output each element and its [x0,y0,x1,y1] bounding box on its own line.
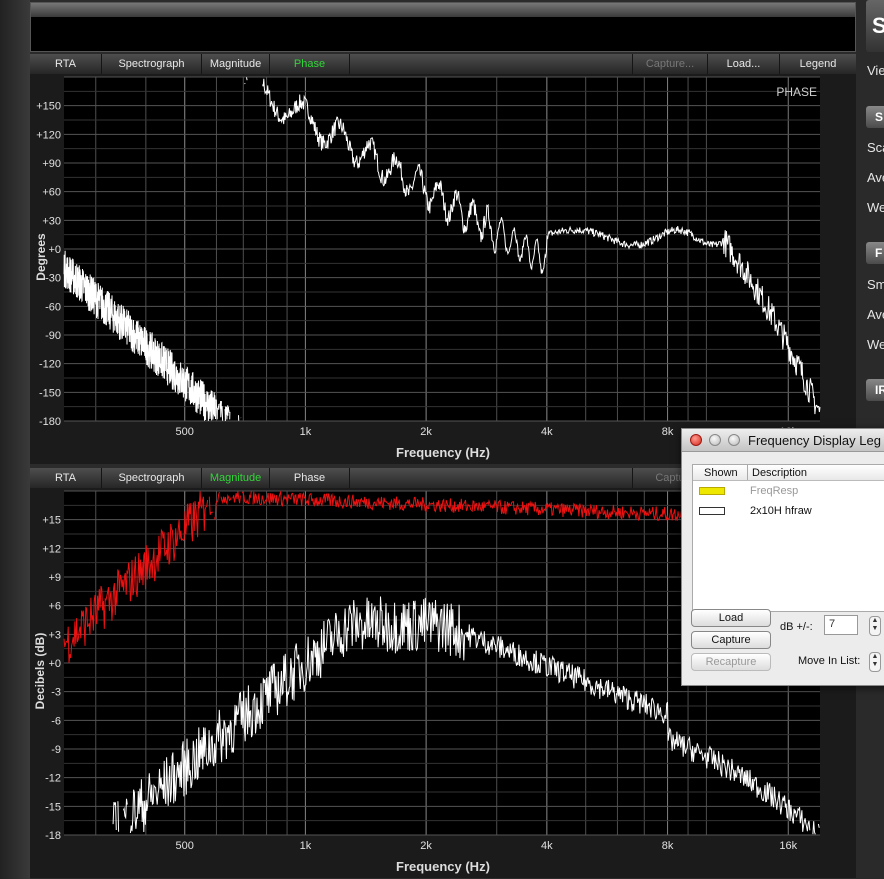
side-button-f[interactable]: F [866,242,884,264]
y-tick-label: +150 [36,101,61,113]
frequency-display-legend-window: Frequency Display Leg Shown Description … [681,428,884,686]
move-in-list-label: Move In List: [798,655,861,667]
legend-table-header: Shown Description [693,465,884,481]
side-label-average-2: Ave [867,307,884,322]
y-tick-label: +15 [42,515,61,527]
y-tick-label: -120 [39,359,61,371]
y-tick-label: +0 [48,658,61,670]
y-tick-label: +9 [48,572,61,584]
y-tick-label: +120 [36,129,61,141]
y-tick-label: -3 [51,687,61,699]
x-tick-label: 4k [541,426,553,438]
phase-graph-pane: RTA Spectrograph Magnitude Phase Capture… [30,54,856,464]
tab-spectrograph[interactable]: Spectrograph [102,468,202,488]
tab-magnitude[interactable]: Magnitude [202,468,270,488]
side-button-s[interactable]: S [866,106,884,128]
y-tick-label: -15 [45,801,61,813]
phase-tab-bar: RTA Spectrograph Magnitude Phase Capture… [30,54,856,75]
graph-mode-label: PHASE [776,85,817,99]
x-tick-label: 1k [300,426,312,438]
db-range-stepper[interactable]: ▲ ▼ [869,616,881,636]
db-range-field[interactable]: 7 [824,615,858,635]
y-tick-label: -180 [39,416,61,428]
close-window-icon[interactable] [690,434,702,446]
tab-rta[interactable]: RTA [30,54,102,74]
x-tick-label: 16k [779,840,797,852]
side-label-weighting: We [867,200,884,215]
x-tick-label: 2k [420,840,432,852]
tab-magnitude[interactable]: Magnitude [202,54,270,74]
side-label-view: Vie [867,63,884,78]
side-label-smoothing: Sm [867,277,884,292]
magnitude-y-axis-title: Decibels (dB) [33,632,47,710]
side-label-scale: Sca [867,140,884,155]
tab-phase[interactable]: Phase [270,468,350,488]
side-button-ir[interactable]: IR [866,379,884,401]
y-tick-label: -9 [51,744,61,756]
y-tick-label: -6 [51,715,61,727]
y-tick-label: -60 [45,301,61,313]
y-tick-label: +90 [42,158,61,170]
x-tick-label: 8k [662,840,674,852]
column-description[interactable]: Description [752,467,807,479]
y-tick-label: -150 [39,387,61,399]
load-button[interactable]: Load... [708,54,780,74]
db-range-label: dB +/-: [780,621,813,633]
y-tick-label: +12 [42,543,61,555]
y-tick-label: +0 [48,244,61,256]
y-tick-label: -18 [45,830,61,842]
y-tick-label: +60 [42,187,61,199]
y-tick-label: -90 [45,330,61,342]
side-label-average: Ave [867,170,884,185]
move-in-list-stepper[interactable]: ▲ ▼ [869,652,881,672]
legend-title-bar[interactable]: Frequency Display Leg [682,429,884,452]
y-tick-label: +6 [48,601,61,613]
trace-color-swatch[interactable] [699,487,725,495]
x-tick-label: 4k [541,840,553,852]
x-tick-label: 8k [662,426,674,438]
legend-row[interactable]: FreqResp [693,483,884,501]
tab-rta[interactable]: RTA [30,468,102,488]
column-shown[interactable]: Shown [704,467,738,479]
x-tick-label: 500 [176,840,194,852]
capture-button[interactable]: Capture... [632,54,708,74]
zoom-window-icon[interactable] [728,434,740,446]
top-display-bar [30,2,856,52]
phase-y-axis-title: Degrees [34,233,48,281]
legend-table: Shown Description FreqResp 2x10H hfraw [692,464,884,612]
y-tick-label: -12 [45,773,61,785]
magnitude-x-axis-title: Frequency (Hz) [396,859,490,874]
legend-recapture-button[interactable]: Recapture [691,653,771,671]
x-tick-label: 1k [300,840,312,852]
legend-row-description: FreqResp [750,485,799,497]
x-tick-label: 500 [176,426,194,438]
trace-color-swatch[interactable] [699,507,725,515]
left-gutter [0,0,30,879]
y-tick-label: +3 [48,629,61,641]
minimize-window-icon[interactable] [709,434,721,446]
legend-row[interactable]: 2x10H hfraw [693,503,884,521]
legend-capture-button[interactable]: Capture [691,631,771,649]
phase-x-axis-title: Frequency (Hz) [396,445,490,460]
legend-window-title: Frequency Display Leg [748,433,881,448]
x-tick-label: 2k [420,426,432,438]
phase-graph-plot[interactable]: +150+120+90+60+30+0-30-60-90-120-150-180… [30,74,856,464]
tab-phase[interactable]: Phase [270,54,350,74]
legend-row-description: 2x10H hfraw [750,505,812,517]
side-label-weighting-2: We [867,337,884,352]
legend-button[interactable]: Legend [780,54,856,74]
side-panel-header: S [866,0,884,52]
tab-spectrograph[interactable]: Spectrograph [102,54,202,74]
legend-load-button[interactable]: Load [691,609,771,627]
